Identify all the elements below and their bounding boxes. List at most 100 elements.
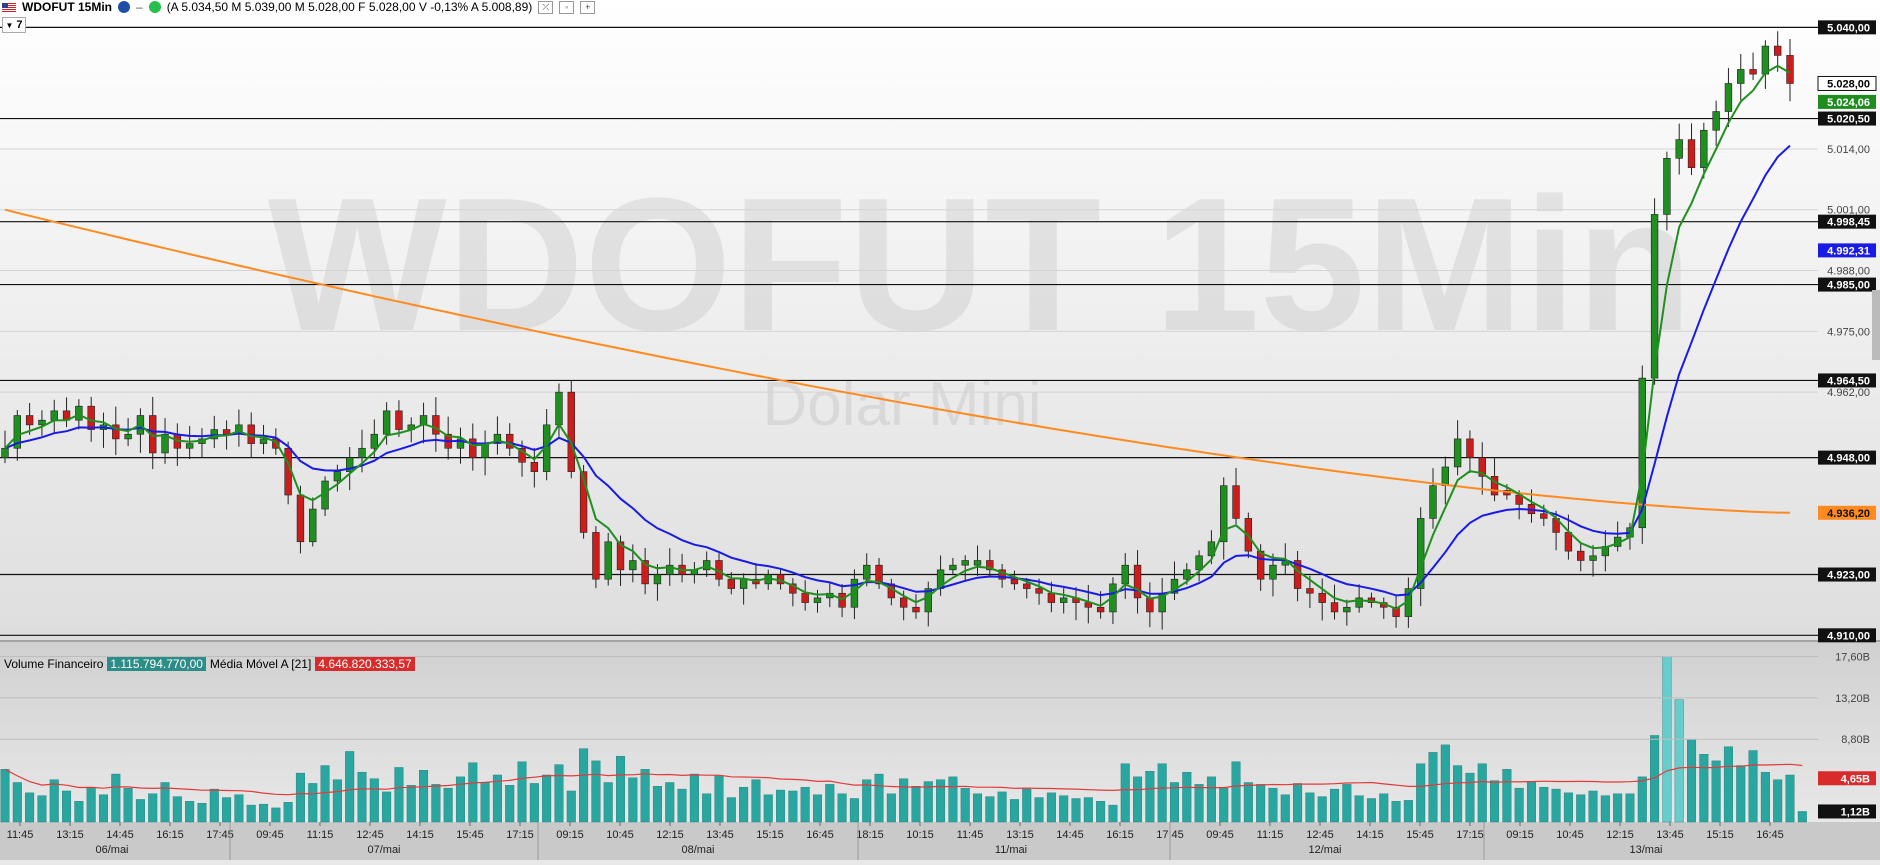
info-icon[interactable] xyxy=(118,1,130,13)
volume-bar xyxy=(788,790,798,823)
volume-bar xyxy=(1687,739,1697,823)
volume-bar xyxy=(1354,795,1364,823)
candle-body xyxy=(629,560,637,571)
time-tick-label: 14:15 xyxy=(406,829,434,841)
price-axis-label: 5.040,00 xyxy=(1827,22,1870,34)
time-tick-label: 09:45 xyxy=(256,829,284,841)
volume-bar xyxy=(640,769,650,823)
volume-bar xyxy=(579,748,589,823)
candle-body xyxy=(1035,588,1043,594)
volume-bar xyxy=(308,783,318,823)
candle-body xyxy=(469,438,477,458)
candle-body xyxy=(912,606,920,613)
volume-bar xyxy=(1453,765,1463,823)
candle-body xyxy=(1724,83,1733,112)
time-tick-label: 14:15 xyxy=(1356,829,1384,841)
volume-bar xyxy=(1613,793,1623,823)
price-axis-label: 4.962,00 xyxy=(1827,387,1870,399)
volume-bar xyxy=(665,782,675,823)
volume-bar xyxy=(1231,761,1241,823)
volume-bar xyxy=(726,797,736,823)
volume-bar xyxy=(763,794,773,823)
candle-body xyxy=(1663,158,1671,215)
volume-bar xyxy=(1096,801,1106,823)
time-tick-label: 16:45 xyxy=(806,829,834,841)
time-tick-label: 16:15 xyxy=(1106,829,1134,841)
crosshair-toggle-icon[interactable]: ⤫ xyxy=(538,0,554,14)
volume-bar xyxy=(1416,763,1426,823)
candle-body xyxy=(949,564,957,571)
volume-bar xyxy=(135,799,145,823)
candle-body xyxy=(1417,518,1425,589)
candle-body xyxy=(863,564,871,580)
volume-bar xyxy=(369,778,379,823)
date-label: 06/mai xyxy=(95,844,128,856)
volume-bar xyxy=(1009,799,1019,823)
add-indicator-icon[interactable]: + xyxy=(580,0,596,14)
volume-bar xyxy=(1773,779,1783,823)
price-axis-label: 4.964,50 xyxy=(1827,375,1870,387)
volume-bar xyxy=(185,801,195,823)
candle-body xyxy=(1256,550,1265,580)
time-tick-label: 11:45 xyxy=(957,829,984,841)
volume-bar xyxy=(62,790,72,823)
volume-bar xyxy=(246,804,256,823)
time-tick-label: 11:45 xyxy=(7,829,34,841)
volume-bar xyxy=(1206,776,1216,823)
price-axis-label: 5.024,06 xyxy=(1827,97,1870,109)
volume-bar xyxy=(751,779,761,823)
candle-body xyxy=(1023,583,1031,589)
candle-body xyxy=(432,415,440,435)
time-tick-label: 16:45 xyxy=(1756,829,1784,841)
time-tick-label: 13:15 xyxy=(56,829,84,841)
volume-legend: Volume Financeiro 1.115.794.770,00 Média… xyxy=(4,657,415,671)
volume-bar xyxy=(1243,782,1253,823)
volume-bar xyxy=(468,762,478,823)
candle-body xyxy=(25,415,34,426)
volume-bar xyxy=(1391,801,1401,823)
volume-bar xyxy=(49,779,59,823)
volume-bar xyxy=(1736,765,1746,823)
volume-bar xyxy=(1723,746,1733,823)
volume-bar xyxy=(1711,760,1721,823)
time-tick-label: 15:15 xyxy=(756,829,784,841)
volume-bar xyxy=(1071,798,1081,823)
volume-bar xyxy=(209,788,219,823)
volume-bar xyxy=(1428,752,1438,823)
volume-bar xyxy=(911,786,921,823)
volume-bar xyxy=(1194,784,1204,823)
volume-bar xyxy=(1563,792,1573,823)
candle-body xyxy=(1589,555,1597,561)
volume-bar xyxy=(197,802,207,823)
dash-icon: – xyxy=(136,0,143,14)
candle-body xyxy=(38,419,46,426)
volume-bar xyxy=(1034,797,1044,823)
chart-svg[interactable]: WDOFUT 15MinDolar Mini5.040,005.028,005.… xyxy=(0,0,1880,860)
volume-bar xyxy=(37,795,47,823)
candle-body xyxy=(1687,139,1696,168)
price-axis-scrollbar[interactable] xyxy=(1872,290,1880,360)
volume-bar xyxy=(1293,783,1303,823)
candle-body xyxy=(813,597,822,603)
volume-bar xyxy=(1022,788,1032,823)
time-tick-label: 10:45 xyxy=(606,829,634,841)
volume-bar xyxy=(1539,787,1549,823)
volume-bar xyxy=(86,787,96,823)
volume-bar xyxy=(505,785,515,823)
time-tick-label: 12:45 xyxy=(1306,829,1334,841)
time-tick-label: 09:15 xyxy=(556,829,584,841)
volume-bar xyxy=(1280,794,1290,823)
period-dropdown[interactable]: ▼ 7 xyxy=(2,17,26,33)
volume-label: Volume Financeiro xyxy=(4,657,104,671)
volume-bar xyxy=(1120,763,1130,823)
candle-body xyxy=(1330,602,1339,613)
volume-bar xyxy=(382,791,392,823)
chart-area[interactable]: WDOFUT 15Min Dolar Mini 5.040,00 5.028,00 5.… xyxy=(0,0,1880,865)
candle-body xyxy=(222,429,231,435)
volume-bar xyxy=(1268,787,1278,823)
volume-bar xyxy=(1600,795,1610,823)
volume-bar xyxy=(1342,784,1352,823)
pin-icon[interactable]: ◦ xyxy=(559,0,575,14)
status-dot-icon xyxy=(148,1,161,13)
time-tick-label: 16:15 xyxy=(156,829,184,841)
